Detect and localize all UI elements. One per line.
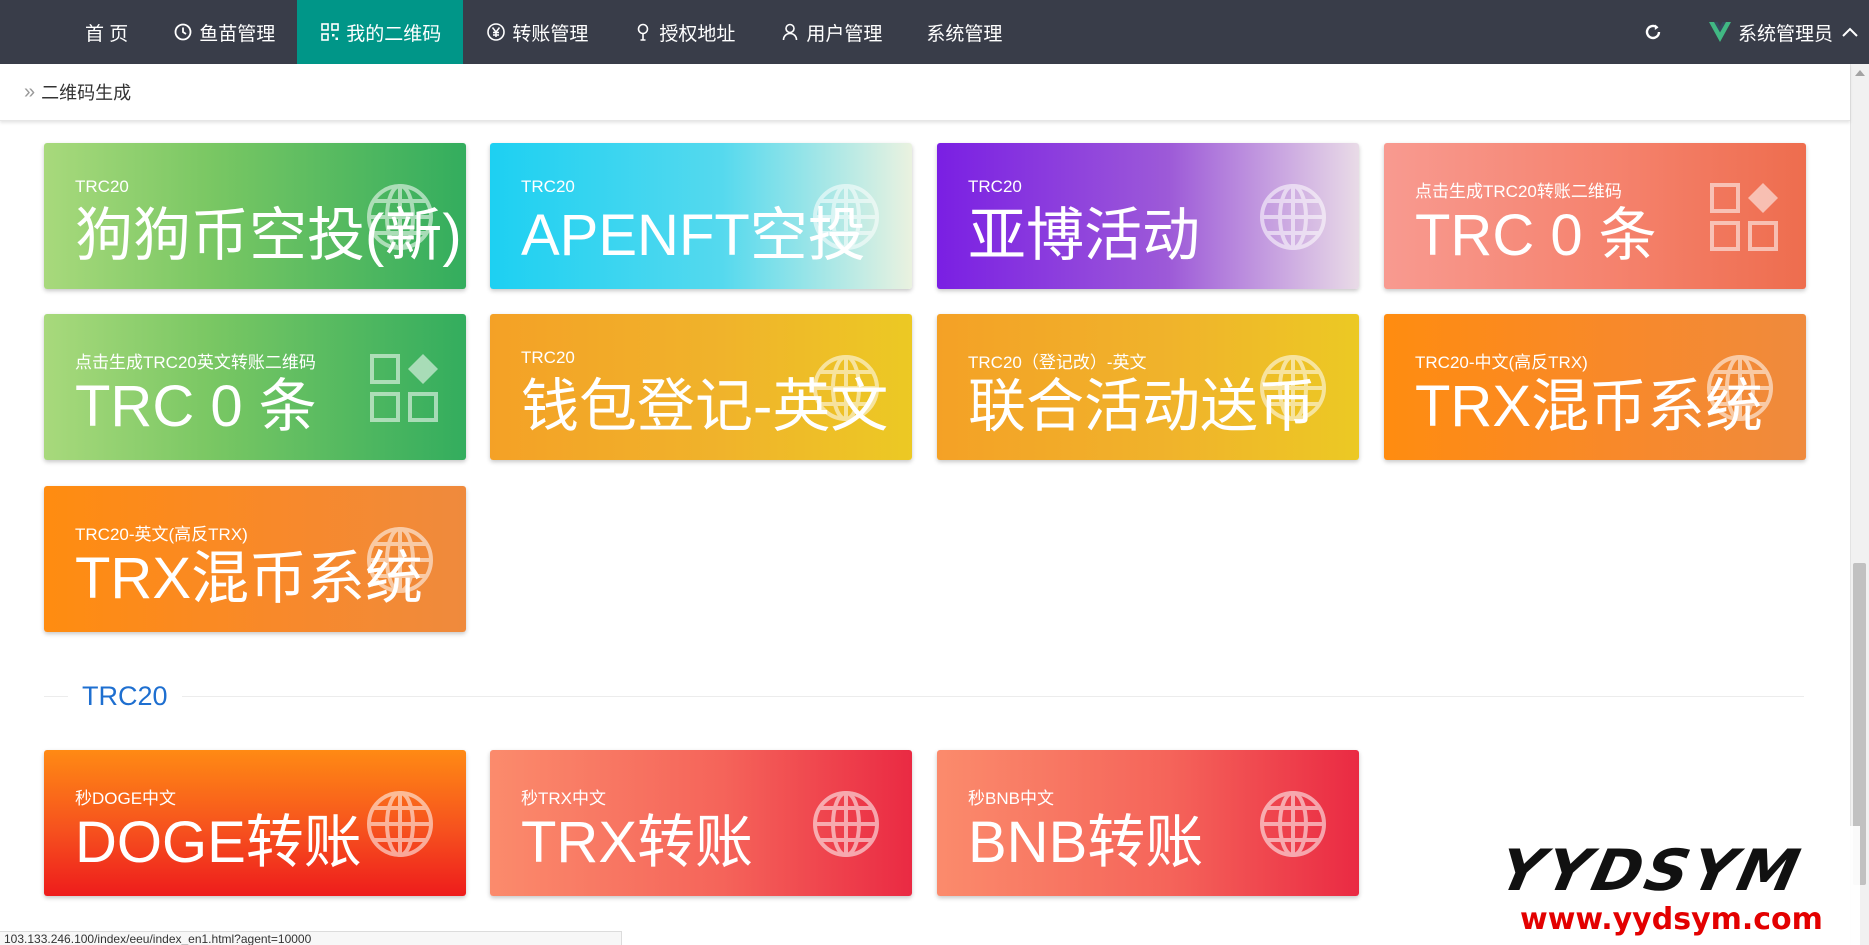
nav-transfer-management-label: 转账管理 (512, 23, 589, 45)
globe-icon (367, 184, 433, 250)
qr-card-subtitle: 点击生成TRC20转账二维码 (1415, 182, 1622, 201)
watermark-logo: YYDSYM (1492, 837, 1809, 905)
yen-icon (485, 21, 507, 43)
nav-authorized-address-label: 授权地址 (659, 23, 736, 45)
transfer-card-subtitle: 秒DOGE中文 (75, 789, 177, 808)
user-icon (779, 21, 801, 43)
globe-icon (813, 791, 879, 857)
transfer-card-title: DOGE转账 (75, 810, 362, 875)
qr-card[interactable]: TRC20 APENFT空投 (490, 143, 912, 289)
qr-card-title: 亚博活动 (968, 203, 1201, 268)
transfer-card[interactable]: 秒TRX中文 TRX转账 (490, 750, 912, 896)
breadcrumb-current: 二维码生成 (41, 83, 132, 103)
nav-my-qrcode[interactable]: 我的二维码 (297, 0, 464, 64)
user-name: 系统管理员 (1738, 23, 1834, 45)
transfer-card-title: BNB转账 (968, 810, 1204, 875)
qr-card-subtitle: TRC20 (75, 177, 129, 196)
apps-icon (370, 354, 438, 422)
qr-card-subtitle: TRC20 (968, 177, 1022, 196)
qr-card-subtitle: TRC20（登记改）-英文 (968, 353, 1147, 372)
qr-card[interactable]: TRC20 狗狗币空投(新) (44, 143, 466, 289)
double-chevron-right-icon: » (24, 81, 36, 103)
transfer-card-subtitle: 秒TRX中文 (521, 789, 606, 808)
qr-card-subtitle: 点击生成TRC20英文转账二维码 (75, 353, 316, 372)
chevron-up-icon (1842, 27, 1858, 37)
watermark-url: www.yydsym.com (1520, 902, 1823, 937)
nav-fish-management[interactable]: 鱼苗管理 (150, 0, 297, 64)
globe-icon (813, 355, 879, 421)
watermark: YYDSYM www.yydsym.com (1490, 826, 1860, 945)
clock-icon (172, 21, 194, 43)
nav-my-qrcode-label: 我的二维码 (346, 23, 442, 45)
qr-card-subtitle: TRC20 (521, 348, 575, 367)
globe-icon (813, 184, 879, 250)
nav-system-management[interactable]: 系统管理 (904, 0, 1024, 64)
nav-user-management-label: 用户管理 (806, 23, 883, 45)
nav-fish-management-label: 鱼苗管理 (199, 23, 276, 45)
globe-icon (1260, 184, 1326, 250)
top-navbar: 首 页 鱼苗管理 我的二维码 转账管理 授权地址 用户管理 系统管理 系统管理员 (0, 0, 1869, 64)
apps-icon (1710, 183, 1778, 251)
browser-status-url: 103.133.246.100/index/eeu/index_en1.html… (0, 931, 622, 945)
refresh-icon (1645, 24, 1661, 40)
nav-home-label: 首 页 (85, 23, 129, 45)
breadcrumb: » 二维码生成 (0, 64, 1850, 121)
qr-card[interactable]: TRC20 钱包登记-英文 (490, 314, 912, 460)
qr-card-subtitle: TRC20 (521, 177, 575, 196)
location-icon (632, 21, 654, 43)
user-menu[interactable]: 系统管理员 (1708, 0, 1859, 64)
section-divider (44, 696, 1804, 697)
scrollbar-up-arrow-icon[interactable] (1855, 70, 1865, 76)
nav-user-management[interactable]: 用户管理 (757, 0, 904, 64)
globe-icon (1260, 791, 1326, 857)
qr-card[interactable]: 点击生成TRC20英文转账二维码 TRC 0 条 (44, 314, 466, 460)
vue-logo-icon (1709, 22, 1731, 42)
qr-card-title: TRC 0 条 (75, 374, 317, 439)
globe-icon (367, 527, 433, 593)
globe-icon (1260, 355, 1326, 421)
transfer-card[interactable]: 秒BNB中文 BNB转账 (937, 750, 1359, 896)
nav-authorized-address[interactable]: 授权地址 (610, 0, 757, 64)
globe-icon (367, 791, 433, 857)
nav-transfer-management[interactable]: 转账管理 (463, 0, 610, 64)
qr-card[interactable]: TRC20-英文(高反TRX) TRX混币系统 (44, 486, 466, 632)
qrcode-icon (319, 21, 341, 43)
globe-icon (1707, 355, 1773, 421)
transfer-card-subtitle: 秒BNB中文 (968, 789, 1054, 808)
section-title: TRC20 (68, 678, 182, 714)
main-nav: 首 页 鱼苗管理 我的二维码 转账管理 授权地址 用户管理 系统管理 (63, 0, 1024, 64)
qr-card[interactable]: TRC20-中文(高反TRX) TRX混币系统 (1384, 314, 1806, 460)
refresh-button[interactable] (1638, 16, 1668, 48)
qr-card[interactable]: 点击生成TRC20转账二维码 TRC 0 条 (1384, 143, 1806, 289)
qr-card[interactable]: TRC20 亚博活动 (937, 143, 1359, 289)
qr-card-subtitle: TRC20-英文(高反TRX) (75, 525, 248, 544)
nav-home[interactable]: 首 页 (63, 0, 150, 64)
qr-card-subtitle: TRC20-中文(高反TRX) (1415, 353, 1588, 372)
qr-card[interactable]: TRC20（登记改）-英文 联合活动送币 (937, 314, 1359, 460)
transfer-card-title: TRX转账 (521, 810, 754, 875)
qr-card-title: TRC 0 条 (1415, 203, 1657, 268)
transfer-card[interactable]: 秒DOGE中文 DOGE转账 (44, 750, 466, 896)
nav-system-management-label: 系统管理 (926, 23, 1003, 45)
